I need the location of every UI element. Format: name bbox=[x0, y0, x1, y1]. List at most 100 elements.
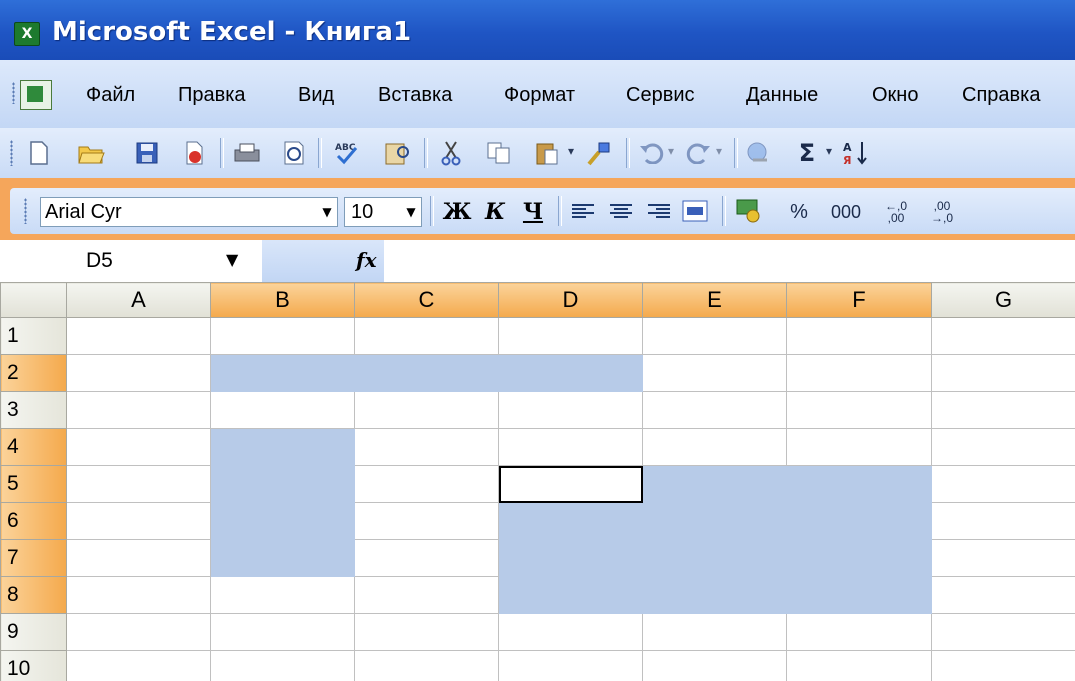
open-folder-icon[interactable] bbox=[76, 138, 106, 168]
cell-f7[interactable] bbox=[786, 539, 932, 577]
align-left-icon[interactable] bbox=[572, 204, 594, 222]
column-header-b[interactable]: B bbox=[210, 282, 355, 318]
paste-icon[interactable] bbox=[532, 138, 562, 168]
font-name-select[interactable]: Arial Cyr ▼ bbox=[40, 197, 338, 227]
cell-d1[interactable] bbox=[498, 317, 643, 355]
underline-button[interactable]: Ч bbox=[518, 198, 548, 226]
cell-c6[interactable] bbox=[354, 502, 499, 540]
merge-center-icon[interactable] bbox=[680, 196, 710, 226]
cell-c10[interactable] bbox=[354, 650, 499, 681]
cell-e6[interactable] bbox=[642, 502, 787, 540]
print-preview-icon[interactable] bbox=[280, 138, 310, 168]
cell-e7[interactable] bbox=[642, 539, 787, 577]
row-header-2[interactable]: 2 bbox=[0, 354, 67, 392]
cell-e9[interactable] bbox=[642, 613, 787, 651]
cell-d10[interactable] bbox=[498, 650, 643, 681]
cell-d2[interactable] bbox=[498, 354, 643, 392]
cell-a10[interactable] bbox=[66, 650, 211, 681]
cell-c9[interactable] bbox=[354, 613, 499, 651]
cell-a7[interactable] bbox=[66, 539, 211, 577]
cell-b5[interactable] bbox=[210, 465, 355, 503]
bold-button[interactable]: Ж bbox=[442, 198, 472, 226]
cell-g7[interactable] bbox=[931, 539, 1075, 577]
toolbar-grip[interactable] bbox=[24, 198, 27, 224]
cell-b4[interactable] bbox=[210, 428, 355, 466]
cell-b6[interactable] bbox=[210, 502, 355, 540]
menu-edit[interactable]: Правка bbox=[178, 84, 246, 107]
active-cell-d5[interactable] bbox=[498, 465, 643, 503]
cell-a5[interactable] bbox=[66, 465, 211, 503]
thousands-button[interactable]: 000 bbox=[826, 198, 866, 226]
cell-g9[interactable] bbox=[931, 613, 1075, 651]
name-box[interactable]: D5 ▼ bbox=[0, 240, 262, 282]
cell-g4[interactable] bbox=[931, 428, 1075, 466]
chevron-down-icon[interactable]: ▼ bbox=[317, 198, 337, 226]
row-header-6[interactable]: 6 bbox=[0, 502, 67, 540]
cell-f3[interactable] bbox=[786, 391, 932, 429]
cell-b1[interactable] bbox=[210, 317, 355, 355]
spelling-icon[interactable]: ABC bbox=[332, 138, 362, 168]
cell-f2[interactable] bbox=[786, 354, 932, 392]
cell-g5[interactable] bbox=[931, 465, 1075, 503]
cell-c7[interactable] bbox=[354, 539, 499, 577]
percent-button[interactable]: % bbox=[784, 198, 814, 226]
row-header-8[interactable]: 8 bbox=[0, 576, 67, 614]
cell-d4[interactable] bbox=[498, 428, 643, 466]
column-header-d[interactable]: D bbox=[498, 282, 643, 318]
menu-grip[interactable] bbox=[12, 82, 15, 104]
column-header-f[interactable]: F bbox=[786, 282, 932, 318]
hyperlink-icon[interactable] bbox=[744, 138, 774, 168]
save-icon[interactable] bbox=[132, 138, 162, 168]
autosum-button[interactable]: Σ bbox=[792, 138, 822, 168]
cell-a8[interactable] bbox=[66, 576, 211, 614]
chevron-down-icon[interactable]: ▼ bbox=[226, 250, 238, 269]
cell-a6[interactable] bbox=[66, 502, 211, 540]
cell-a4[interactable] bbox=[66, 428, 211, 466]
print-icon[interactable] bbox=[232, 138, 262, 168]
row-header-5[interactable]: 5 bbox=[0, 465, 67, 503]
cell-e3[interactable] bbox=[642, 391, 787, 429]
cell-f6[interactable] bbox=[786, 502, 932, 540]
cell-g2[interactable] bbox=[931, 354, 1075, 392]
cell-b10[interactable] bbox=[210, 650, 355, 681]
cell-f4[interactable] bbox=[786, 428, 932, 466]
cell-e1[interactable] bbox=[642, 317, 787, 355]
cell-g10[interactable] bbox=[931, 650, 1075, 681]
autosum-dropdown-icon[interactable]: ▾ bbox=[826, 144, 832, 158]
currency-icon[interactable] bbox=[734, 196, 764, 226]
cell-f9[interactable] bbox=[786, 613, 932, 651]
cell-f1[interactable] bbox=[786, 317, 932, 355]
font-size-select[interactable]: 10 ▼ bbox=[344, 197, 422, 227]
chevron-down-icon[interactable]: ▼ bbox=[401, 198, 421, 226]
increase-decimal-button[interactable]: ←,0 ,00 bbox=[876, 198, 916, 226]
workbook-icon[interactable] bbox=[20, 80, 52, 110]
cell-d6[interactable] bbox=[498, 502, 643, 540]
decrease-decimal-button[interactable]: ,00 →,0 bbox=[922, 198, 962, 226]
paste-dropdown-icon[interactable]: ▾ bbox=[568, 144, 574, 158]
undo-icon[interactable] bbox=[636, 138, 666, 168]
redo-dropdown-icon[interactable]: ▾ bbox=[716, 144, 722, 158]
cell-g6[interactable] bbox=[931, 502, 1075, 540]
cell-f10[interactable] bbox=[786, 650, 932, 681]
excel-app-icon[interactable]: X bbox=[14, 22, 40, 46]
cell-a3[interactable] bbox=[66, 391, 211, 429]
cell-f8[interactable] bbox=[786, 576, 932, 614]
copy-icon[interactable] bbox=[484, 138, 514, 168]
undo-dropdown-icon[interactable]: ▾ bbox=[668, 144, 674, 158]
cell-g8[interactable] bbox=[931, 576, 1075, 614]
permission-icon[interactable] bbox=[180, 138, 210, 168]
research-icon[interactable] bbox=[382, 138, 412, 168]
toolbar-grip[interactable] bbox=[10, 140, 13, 166]
new-document-icon[interactable] bbox=[24, 138, 54, 168]
menu-view[interactable]: Вид bbox=[298, 84, 334, 107]
cell-b3[interactable] bbox=[210, 391, 355, 429]
menu-data[interactable]: Данные bbox=[746, 84, 818, 107]
cell-a9[interactable] bbox=[66, 613, 211, 651]
row-header-3[interactable]: 3 bbox=[0, 391, 67, 429]
cell-c5[interactable] bbox=[354, 465, 499, 503]
cut-icon[interactable] bbox=[436, 138, 466, 168]
align-right-icon[interactable] bbox=[648, 204, 670, 222]
cell-c4[interactable] bbox=[354, 428, 499, 466]
sort-ascending-icon[interactable]: АЯ bbox=[840, 138, 870, 168]
menu-file[interactable]: Файл bbox=[86, 84, 135, 107]
